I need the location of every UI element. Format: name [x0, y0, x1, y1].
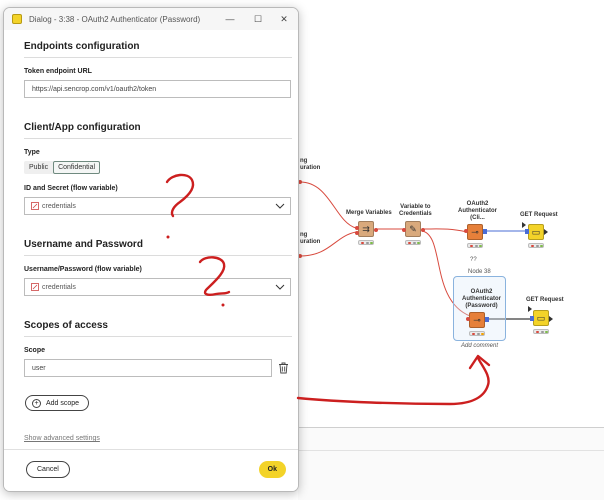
divider: [24, 336, 292, 337]
ok-button[interactable]: Ok: [258, 461, 286, 478]
section-title-endpoints: Endpoints configuration: [24, 41, 140, 52]
port: [528, 306, 532, 312]
add-comment-label[interactable]: Add comment: [461, 343, 498, 350]
variable-to-credentials-node[interactable]: ✎: [405, 221, 421, 237]
divider: [24, 255, 292, 256]
oauth-client-label: OAuth2 Authenticator (Cli...: [458, 201, 497, 221]
flow-variable-icon: [31, 283, 39, 291]
flow-variable-icon: [31, 202, 39, 210]
port: [525, 229, 529, 234]
port: [522, 222, 526, 228]
plus-circle-icon: +: [32, 398, 41, 408]
section-title-client: Client/App configuration: [24, 122, 141, 133]
userpass-value: credentials: [42, 283, 76, 291]
divider: [24, 138, 292, 139]
node-id-label: Node 38: [468, 269, 491, 275]
maximize-icon[interactable]: ☐: [244, 8, 272, 30]
node-status: [405, 240, 421, 245]
type-option-confidential[interactable]: Confidential: [53, 161, 101, 174]
add-scope-button[interactable]: + Add scope: [25, 395, 90, 411]
partial-node-label: ng uration: [300, 158, 321, 171]
token-endpoint-input[interactable]: https://api.sencrop.com/v1/oauth2/token: [24, 80, 291, 98]
userpass-label: Username/Password (flow variable): [24, 266, 142, 273]
port: [464, 229, 468, 233]
cancel-button[interactable]: Cancel: [26, 461, 70, 478]
scope-input[interactable]: user: [24, 359, 272, 377]
get-request-bottom-node[interactable]: ▭: [533, 310, 549, 326]
node-dialog: Dialog - 3:38 - OAuth2 Authenticator (Pa…: [3, 7, 299, 492]
divider: [24, 57, 292, 58]
port: [402, 228, 406, 232]
show-advanced-settings-link[interactable]: Show advanced settings: [24, 435, 100, 442]
scope-label: Scope: [24, 347, 46, 354]
type-toggle: Public Confidential: [24, 161, 101, 174]
question-mark-note: ??: [470, 257, 477, 263]
close-icon[interactable]: ✕: [270, 8, 298, 30]
merge-variables-node[interactable]: ⇉: [358, 221, 374, 237]
chevron-down-icon: [275, 284, 285, 290]
type-label: Type: [24, 149, 40, 156]
oauth-password-label: OAuth2 Authenticator (Password): [462, 289, 501, 309]
add-scope-label: Add scope: [46, 399, 80, 407]
section-title-userpass: Username and Password: [24, 239, 143, 250]
id-secret-value: credentials: [42, 202, 76, 210]
oauth-client-node[interactable]: ⊸: [467, 224, 483, 240]
window-title: Dialog - 3:38 - OAuth2 Authenticator (Pa…: [29, 14, 201, 24]
port: [483, 229, 487, 234]
get-request-top-label: GET Request: [520, 212, 558, 218]
token-endpoint-label: Token endpoint URL: [24, 68, 92, 75]
chevron-down-icon: [275, 203, 285, 209]
port: [355, 226, 359, 230]
port: [421, 228, 425, 232]
partial-node-label: ng uration: [300, 232, 321, 245]
port: [374, 228, 378, 232]
node-status: [358, 240, 374, 245]
section-title-scopes: Scopes of access: [24, 320, 108, 331]
title-bar[interactable]: Dialog - 3:38 - OAuth2 Authenticator (Pa…: [4, 8, 298, 30]
variable-to-credentials-label: Variable to Credentials: [399, 204, 432, 217]
minimize-icon[interactable]: —: [216, 8, 244, 30]
bottom-panel: [298, 427, 604, 500]
node-status: [533, 329, 549, 334]
node-status: [467, 243, 483, 248]
dialog-footer: Cancel Ok: [4, 449, 298, 491]
get-request-bottom-label: GET Request: [526, 297, 564, 303]
node-status: [528, 243, 544, 248]
dialog-content: Endpoints configuration Token endpoint U…: [4, 30, 298, 449]
id-secret-label: ID and Secret (flow variable): [24, 185, 118, 192]
app-icon: [12, 14, 22, 24]
merge-variables-label: Merge Variables: [346, 210, 392, 216]
oauth-password-node[interactable]: ⊸: [469, 312, 485, 328]
port: [485, 317, 489, 322]
port: [530, 316, 534, 321]
id-secret-select[interactable]: credentials: [24, 197, 291, 215]
node-status: [469, 331, 485, 336]
port: [466, 317, 470, 321]
userpass-select[interactable]: credentials: [24, 278, 291, 296]
port: [549, 316, 553, 322]
port: [355, 231, 359, 235]
port: [544, 229, 548, 235]
type-option-public[interactable]: Public: [24, 161, 54, 174]
trash-icon[interactable]: [278, 362, 289, 374]
get-request-top-node[interactable]: ▭: [528, 224, 544, 240]
